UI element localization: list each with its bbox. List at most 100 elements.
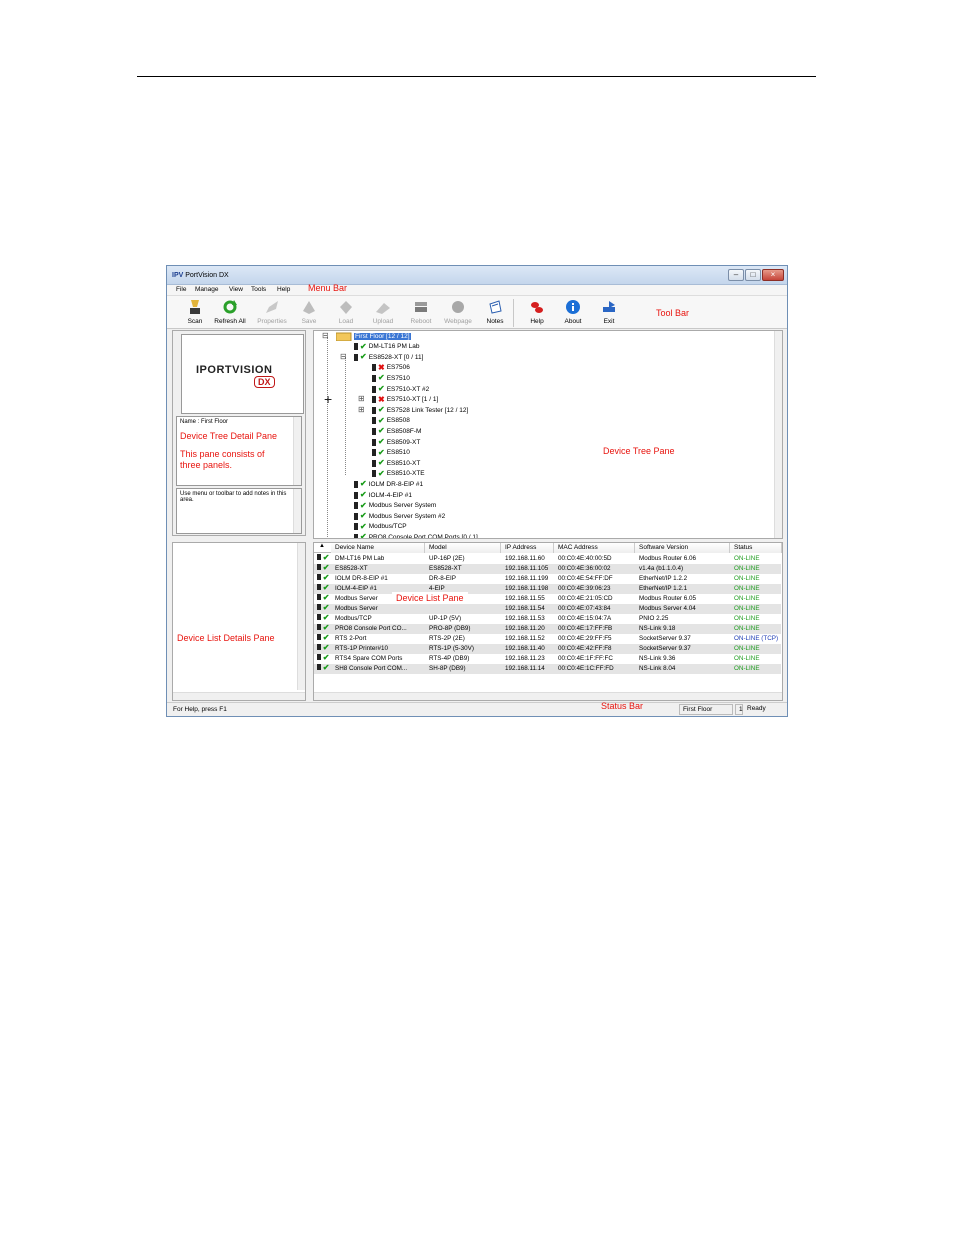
cell-ip: 192.168.11.40 — [505, 645, 545, 652]
expand-es7528-icon[interactable]: ⊞ — [358, 405, 365, 414]
help-button[interactable]: Help — [526, 298, 548, 325]
menu-file[interactable]: File — [176, 286, 186, 293]
device-icon — [372, 459, 376, 467]
table-row[interactable]: ✔ ES8528-XT ES8528-XT 192.168.11.105 00:C0:4… — [314, 564, 781, 574]
tree-item[interactable]: ✔ ES7510 — [372, 373, 410, 383]
cell-mac: 00:C0:4E:15:04:7A — [558, 615, 612, 622]
reboot-button[interactable]: Reboot — [409, 298, 433, 325]
cell-model: ES8528-XT — [429, 565, 462, 572]
notes-button[interactable]: Notes — [484, 298, 506, 325]
tree-item[interactable]: ✔ ES8508 — [372, 416, 410, 426]
menu-help[interactable]: Help — [277, 286, 290, 293]
table-row[interactable]: ✔ IOLM DR-8-EIP #1 DR-8-EIP 192.168.11.199 0… — [314, 574, 781, 584]
tree-item-label: ES8509-XT — [386, 438, 421, 446]
tree-item[interactable]: ✔ ES7510-XT #2 — [372, 384, 429, 394]
online-check-icon: ✔ — [378, 426, 385, 436]
load-button[interactable]: Load — [335, 298, 357, 325]
save-icon — [300, 298, 318, 316]
list-hscroll[interactable] — [314, 692, 782, 700]
list-details-vscroll[interactable] — [297, 543, 305, 690]
tree-item[interactable]: ✔ IOLM DR-8-EIP #1 — [354, 479, 423, 489]
cell-sw: EtherNet/IP 1.2.1 — [639, 585, 688, 592]
cell-status: ON-LINE — [734, 665, 760, 672]
load-icon — [337, 298, 355, 316]
collapse-es8528-icon[interactable]: ⊟ — [340, 352, 347, 361]
help-icon — [528, 298, 546, 316]
tree-item[interactable]: ✔ ES7528 Link Tester [12 / 12] — [372, 405, 468, 415]
detail-scrollbar[interactable] — [293, 417, 301, 485]
menu-tools[interactable]: Tools — [251, 286, 266, 293]
exit-button[interactable]: Exit — [599, 298, 619, 325]
cell-name: IOLM DR-8-EIP #1 — [335, 575, 388, 582]
table-row[interactable]: ✔ Modbus/TCP UP-1P (5V) 192.168.11.53 00:C0:… — [314, 614, 781, 624]
column-header[interactable]: Software Version — [635, 543, 730, 553]
expand-es7510xt-icon[interactable]: ⊞ — [358, 394, 365, 403]
webpage-button[interactable]: Webpage — [442, 298, 474, 325]
scan-button[interactable]: Scan — [184, 298, 206, 325]
tree-item-root[interactable]: First Floor [12 / 12] — [336, 331, 411, 341]
tree-item[interactable]: ✔ Modbus Server System #2 — [354, 511, 445, 521]
webpage-icon — [449, 298, 467, 316]
tree-scrollbar[interactable] — [774, 331, 782, 538]
close-button[interactable]: × — [762, 269, 784, 281]
menu-manage[interactable]: Manage — [195, 286, 219, 293]
online-check-icon: ✔ — [360, 479, 367, 489]
tree-item[interactable]: ✔ ES8528-XT [0 / 11] — [354, 352, 423, 362]
column-header[interactable]: IP Address — [501, 543, 554, 553]
column-header[interactable]: MAC Address — [554, 543, 635, 553]
column-header[interactable]: Status — [730, 543, 782, 553]
menu-view[interactable]: View — [229, 286, 243, 293]
tree-item[interactable]: ✔ ES8510-XTE — [372, 469, 425, 479]
tree-item[interactable]: ✖ ES7510-XT [1 / 1] — [372, 395, 438, 405]
table-row[interactable]: ✔ RTS4 Spare COM Ports RTS-4P (DB9) 192.168… — [314, 654, 781, 664]
offline-x-icon: ✖ — [378, 362, 385, 372]
column-header[interactable]: Model — [425, 543, 501, 553]
tree-item[interactable]: ✔ Modbus Server System — [354, 501, 436, 511]
tree-item[interactable]: ✖ ES7506 — [372, 363, 410, 373]
refresh-all-button[interactable]: Refresh All — [213, 298, 247, 325]
notes-scrollbar[interactable] — [293, 489, 301, 533]
table-row[interactable]: ✔ SH8 Console Port COM... SH-8P (DB9) 192.1… — [314, 664, 781, 674]
device-icon — [372, 396, 376, 404]
detail-name: Name : First Floor — [180, 419, 229, 425]
device-list-header: ▲ Device Name Model IP Address MAC Address S… — [314, 543, 782, 553]
tree-item[interactable]: ✔ ES8508F-M — [372, 426, 421, 436]
table-row[interactable]: ✔ IOLM-4-EIP #1 4-EIP 192.168.11.198 00:C0:4… — [314, 584, 781, 594]
cell-model: UP-1P (5V) — [429, 615, 462, 622]
properties-button[interactable]: Properties — [255, 298, 289, 325]
cell-ip: 192.168.11.20 — [505, 625, 545, 632]
tree-item[interactable]: ✔ PRO8 Console Port COM Ports [0 / 1] — [354, 532, 478, 539]
minimize-button[interactable]: – — [728, 269, 744, 281]
cell-status: ON-LINE — [734, 625, 760, 632]
table-row[interactable]: ✔ Modbus Server 192.168.11.55 00:C0:4E:21:0… — [314, 594, 781, 604]
device-tree-detail-pane: IPORTVISION DX Name : First Floor Device… — [172, 330, 306, 536]
list-details-hscroll[interactable] — [173, 692, 305, 700]
sort-arrow-icon[interactable]: ▲ — [319, 543, 325, 549]
notes-panel[interactable]: Use menu or toolbar to add notes in this… — [176, 488, 302, 534]
table-row[interactable]: ✔ Modbus Server 192.168.11.54 00:C0:4E:07:4… — [314, 604, 781, 614]
tree-item[interactable]: ✔ Modbus/TCP — [354, 522, 407, 532]
tree-item[interactable]: ✔ DM-LT16 PM Lab — [354, 342, 420, 352]
upload-button[interactable]: Upload — [370, 298, 396, 325]
tree-item[interactable]: ✔ ES8510 — [372, 448, 410, 458]
tree-item[interactable]: ✔ ES8510-XT — [372, 458, 420, 468]
table-row[interactable]: ✔ RTS-1P Printer#10 RTS-1P (5-30V) 192.168.… — [314, 644, 781, 654]
table-row[interactable]: ✔ RTS 2-Port RTS-2P (2E) 192.168.11.52 00:C0… — [314, 634, 781, 644]
cell-ip: 192.168.11.105 — [505, 565, 549, 572]
tree-item[interactable]: ✔ ES8509-XT — [372, 437, 420, 447]
save-button[interactable]: Save — [298, 298, 320, 325]
tree-item-label: PRO8 Console Port COM Ports [0 / 1] — [368, 533, 478, 539]
tree-item[interactable]: ✔ IOLM-4-EIP #1 — [354, 490, 412, 500]
cell-status: ON-LINE (TCP) — [734, 635, 779, 642]
cell-ip: 192.168.11.55 — [505, 595, 545, 602]
collapse-root-icon[interactable]: ⊟ — [322, 331, 329, 340]
row-status-icon: ✔ — [317, 664, 329, 674]
cell-model: RTS-4P (DB9) — [429, 655, 470, 662]
maximize-button[interactable]: □ — [745, 269, 761, 281]
table-row[interactable]: ✔ DM-LT16 PM Lab UP-16P (2E) 192.168.11.60 0… — [314, 554, 781, 564]
tree-guide-line — [327, 337, 328, 537]
table-row[interactable]: ✔ PRO8 Console Port CO... PRO-8P (DB9) 192.… — [314, 624, 781, 634]
tool-bar: Scan Refresh All Properties Save Load Up… — [167, 295, 787, 329]
column-header[interactable]: Device Name — [331, 543, 425, 553]
about-button[interactable]: About — [562, 298, 584, 325]
